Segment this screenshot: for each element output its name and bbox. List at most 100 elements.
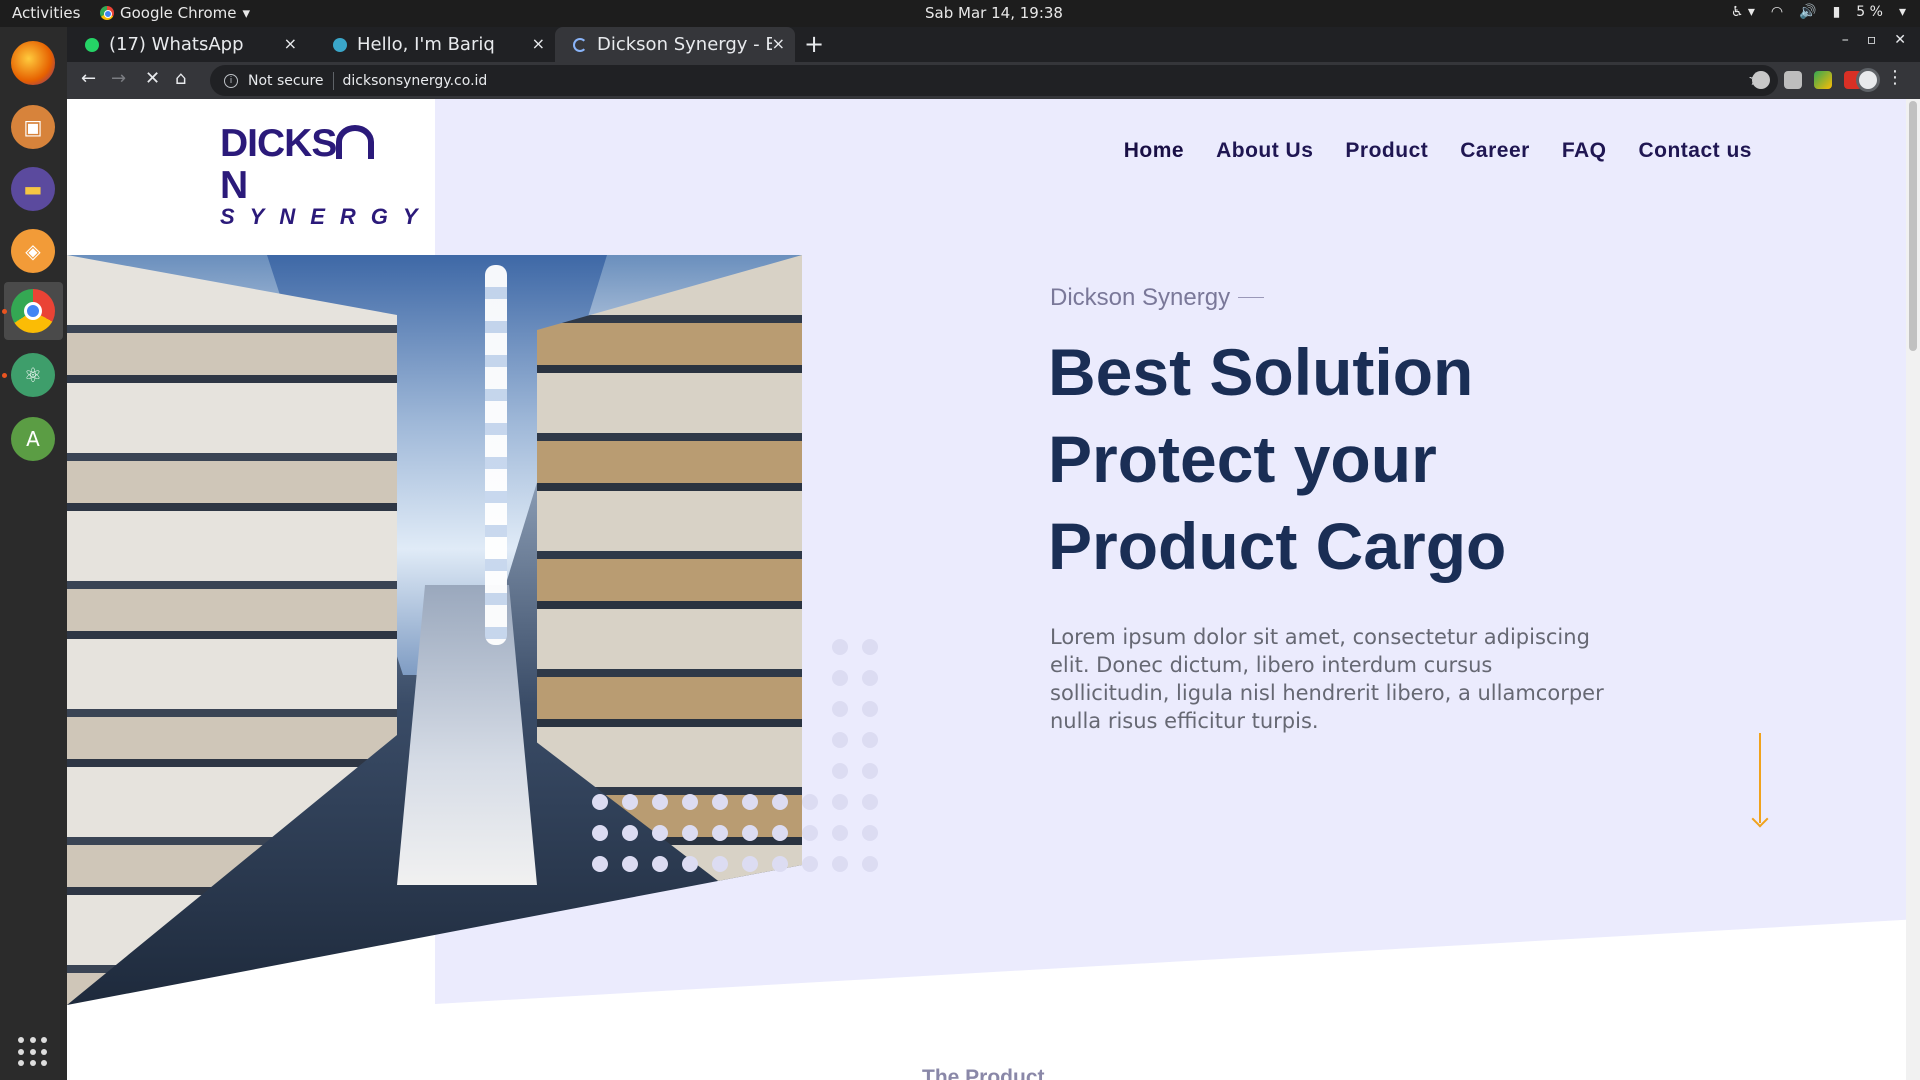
home-icon[interactable]: ⌂ [175, 68, 186, 89]
extension-icon[interactable] [1752, 71, 1770, 89]
tab-title: Hello, I'm Bariq [357, 34, 495, 55]
stop-loading-icon[interactable]: ✕ [145, 68, 160, 89]
more-menu-icon[interactable]: ⋮ [1886, 67, 1904, 88]
decorative-dot [652, 825, 668, 841]
chevron-down-icon: ▾ [1898, 4, 1906, 20]
decorative-dot [622, 856, 638, 872]
site-logo[interactable]: DICKSN SYNERGY [220, 123, 433, 229]
decorative-dot [742, 856, 758, 872]
back-icon[interactable]: ← [81, 68, 96, 89]
nav-contact[interactable]: Contact us [1638, 139, 1752, 163]
photo-lights [485, 265, 507, 645]
decorative-dot [862, 794, 878, 810]
wifi-icon: ◠ [1770, 4, 1784, 20]
browser-toolbar: ← → ✕ ⌂ i Not secure dicksonsynergy.co.i… [67, 62, 1920, 99]
decorative-dot [652, 856, 668, 872]
photo-rack-left [67, 255, 397, 1005]
decorative-dot [862, 670, 878, 686]
firefox-icon[interactable] [11, 41, 55, 85]
rhythmbox-icon[interactable]: ▣ [11, 105, 55, 149]
tab-dickson[interactable]: Dickson Synergy - Be × [555, 27, 795, 62]
tab-bariq[interactable]: Hello, I'm Bariq × [315, 27, 555, 62]
volume-icon: 🔊 [1799, 4, 1817, 20]
system-tray[interactable]: ♿ ▾ ◠ 🔊 ▮ 5 % ▾ [1731, 4, 1906, 20]
headline-line: Product Cargo [1048, 509, 1507, 583]
logo-subline: SYNERGY [220, 204, 433, 229]
battery-icon: ▮ [1832, 4, 1841, 20]
decorative-dot [862, 639, 878, 655]
extension-icon[interactable] [1784, 71, 1802, 89]
close-icon[interactable]: × [772, 34, 785, 53]
section-label: The Product [922, 1066, 1045, 1080]
hero-eyebrow: Dickson Synergy [1050, 284, 1264, 312]
loading-favicon-icon [573, 37, 587, 52]
software-center-icon[interactable]: ◈ [11, 229, 55, 273]
decorative-dot [802, 794, 818, 810]
nav-career[interactable]: Career [1460, 139, 1530, 163]
whatsapp-icon [85, 37, 99, 52]
decorative-dot [712, 856, 728, 872]
show-applications-icon[interactable] [18, 1037, 48, 1067]
decorative-dot [592, 825, 608, 841]
page-viewport: DICKSN SYNERGY Home About Us Product Car… [67, 99, 1920, 1080]
dock: ▣ ▬ ◈ ⚛ A [0, 27, 67, 1080]
decorative-dot [862, 763, 878, 779]
profile-avatar[interactable] [1856, 68, 1880, 92]
hero-description: Lorem ipsum dolor sit amet, consectetur … [1050, 625, 1604, 733]
nav-about[interactable]: About Us [1216, 139, 1313, 163]
decorative-dot [682, 794, 698, 810]
files-icon[interactable]: ▬ [11, 167, 55, 211]
decorative-dot [622, 825, 638, 841]
decorative-dot [862, 825, 878, 841]
decorative-dot [862, 732, 878, 748]
logo-wordmark: DICKSN [220, 123, 400, 207]
decorative-dot [862, 856, 878, 872]
chrome-dock-icon[interactable] [11, 289, 55, 333]
scrollbar-thumb[interactable] [1909, 101, 1917, 351]
main-nav: Home About Us Product Career FAQ Contact… [1124, 139, 1752, 163]
android-studio-icon[interactable]: A [11, 417, 55, 461]
decorative-dot [862, 701, 878, 717]
decorative-dot [712, 825, 728, 841]
decorative-dot [772, 825, 788, 841]
decorative-dot [772, 794, 788, 810]
address-bar[interactable]: i Not secure dicksonsynergy.co.id ☆ [210, 65, 1778, 96]
new-tab-button[interactable]: + [804, 30, 824, 58]
close-icon[interactable]: × [284, 34, 297, 53]
nav-faq[interactable]: FAQ [1562, 139, 1607, 163]
decorative-dot [592, 856, 608, 872]
scroll-down-arrow-icon[interactable] [1751, 733, 1769, 828]
url-text[interactable]: dicksonsynergy.co.id [343, 73, 488, 89]
decorative-dot [832, 732, 848, 748]
clock[interactable]: Sab Mar 14, 19:38 [0, 4, 1920, 22]
page-scrollbar[interactable] [1906, 99, 1920, 1080]
security-indicator[interactable]: Not secure [248, 73, 324, 89]
forward-icon[interactable]: → [111, 68, 126, 89]
tab-title: (17) WhatsApp [109, 34, 244, 55]
decorative-dot [832, 856, 848, 872]
os-top-bar: Activities Google Chrome ▾ Sab Mar 14, 1… [0, 0, 1920, 27]
decorative-dot [622, 794, 638, 810]
decorative-dot [592, 794, 608, 810]
battery-level: 5 % [1856, 4, 1883, 20]
close-icon[interactable]: × [532, 34, 545, 53]
decorative-dot [742, 825, 758, 841]
tab-whatsapp[interactable]: (17) WhatsApp × [67, 27, 307, 62]
decorative-dot [742, 794, 758, 810]
minimize-icon[interactable]: – [1842, 32, 1849, 48]
info-icon[interactable]: i [224, 73, 238, 88]
nav-product[interactable]: Product [1345, 139, 1428, 163]
decorative-dot [802, 856, 818, 872]
nav-home[interactable]: Home [1124, 139, 1184, 163]
maximize-icon[interactable]: ▫ [1867, 32, 1877, 48]
close-window-icon[interactable]: ✕ [1894, 32, 1906, 48]
hero-headline: Best Solution Protect your Product Cargo [1048, 329, 1688, 590]
headline-line: Protect your [1048, 422, 1437, 496]
tab-strip: (17) WhatsApp × Hello, I'm Bariq × Dicks… [67, 27, 1920, 62]
decorative-dot [832, 639, 848, 655]
accessibility-icon[interactable]: ♿ ▾ [1731, 4, 1755, 20]
running-indicator [2, 309, 7, 314]
extension-icon[interactable] [1814, 71, 1832, 89]
atom-icon[interactable]: ⚛ [11, 353, 55, 397]
decorative-dot [832, 763, 848, 779]
